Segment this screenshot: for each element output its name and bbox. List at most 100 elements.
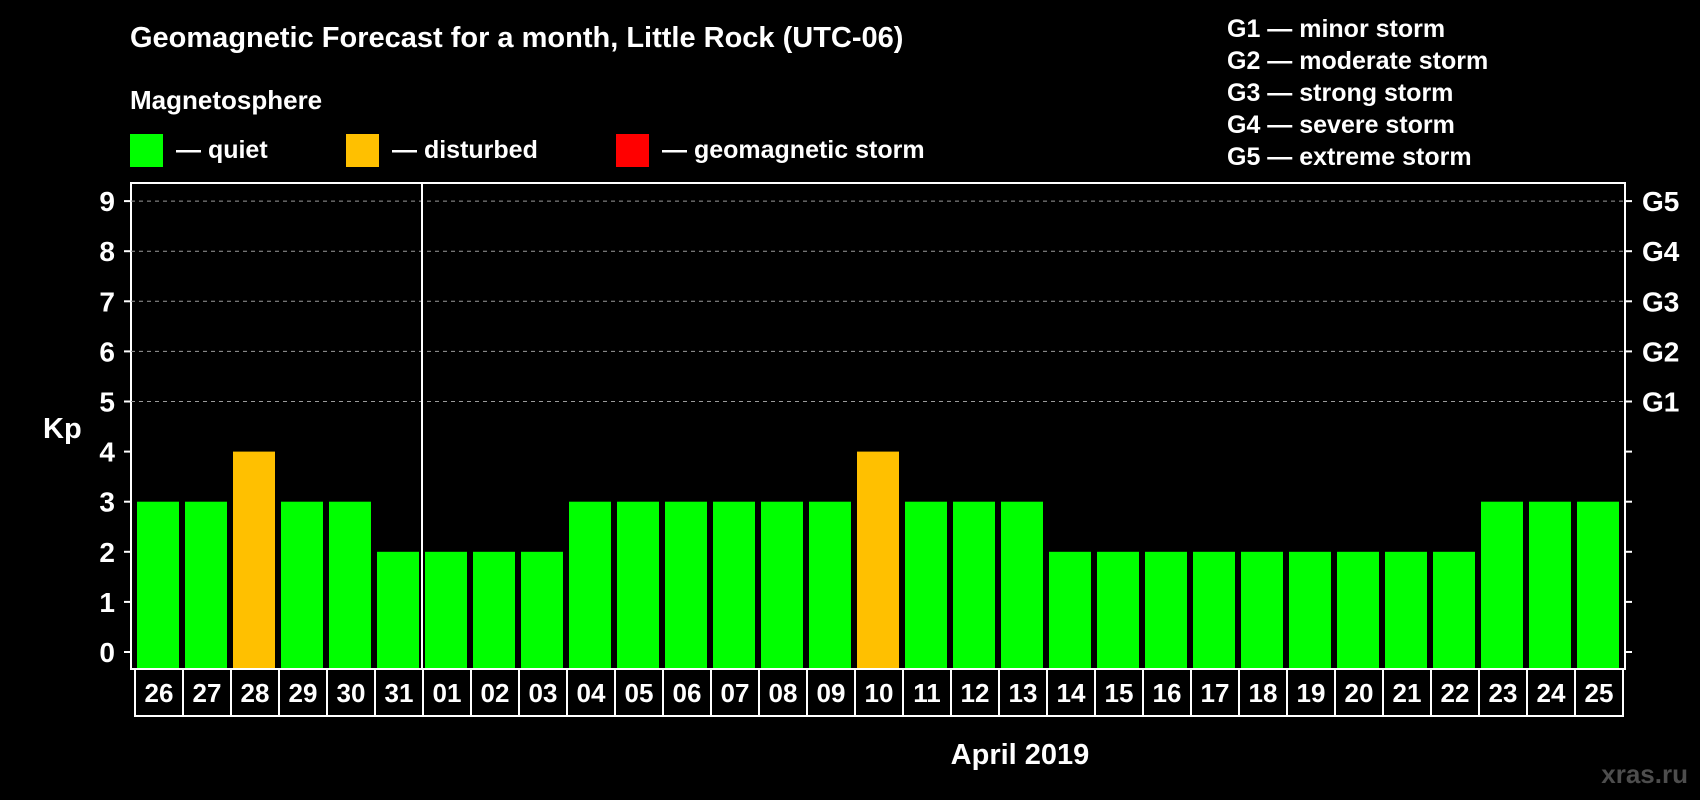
geomagnetic-chart: Geomagnetic Forecast for a month, Little…	[43, 15, 1688, 789]
g-scale-label: G5	[1642, 186, 1679, 217]
bar	[137, 501, 179, 669]
x-tick-label: 25	[1585, 678, 1614, 708]
y-tick-label: 7	[99, 286, 115, 317]
y-axis-label: Kp	[43, 413, 82, 445]
x-tick-label: 26	[145, 678, 174, 708]
x-tick-label: 19	[1297, 678, 1326, 708]
bar	[617, 501, 659, 669]
bar	[713, 501, 755, 669]
bar	[665, 501, 707, 669]
storm-scale-g2: G2 — moderate storm	[1227, 47, 1488, 75]
bar	[1481, 501, 1523, 669]
bar	[1145, 551, 1187, 669]
x-tick-label: 24	[1537, 678, 1566, 708]
bar	[473, 551, 515, 669]
bar	[1001, 501, 1043, 669]
x-tick-label: 31	[385, 678, 414, 708]
x-tick-label: 12	[961, 678, 990, 708]
x-tick-label: 23	[1489, 678, 1518, 708]
x-tick-label: 30	[337, 678, 366, 708]
y-tick-label: 6	[99, 336, 115, 367]
x-tick-label: 03	[529, 678, 558, 708]
legend-label-disturbed: — disturbed	[392, 136, 538, 164]
x-tick-label: 14	[1057, 678, 1086, 708]
bar	[1193, 551, 1235, 669]
bar	[569, 501, 611, 669]
x-tick-label: 28	[241, 678, 270, 708]
g-scale-label: G4	[1642, 236, 1680, 267]
bar	[1337, 551, 1379, 669]
bar	[1529, 501, 1571, 669]
legend-swatch-quiet	[130, 134, 163, 167]
magnetosphere-label: Magnetosphere	[130, 85, 322, 115]
x-tick-label: 05	[625, 678, 654, 708]
y-tick-label: 1	[99, 587, 115, 618]
y-tick-label: 8	[99, 236, 115, 267]
x-tick-label: 09	[817, 678, 846, 708]
x-tick-label: 02	[481, 678, 510, 708]
bar	[1241, 551, 1283, 669]
storm-scale-g3: G3 — strong storm	[1227, 79, 1453, 107]
grid-lines	[131, 200, 1625, 402]
bar	[1097, 551, 1139, 669]
x-tick-label: 17	[1201, 678, 1230, 708]
x-tick-label: 13	[1009, 678, 1038, 708]
x-tick-label: 27	[193, 678, 222, 708]
bar	[521, 551, 563, 669]
bar	[857, 451, 899, 669]
x-tick-label: 20	[1345, 678, 1374, 708]
bar	[377, 551, 419, 669]
x-tick-label: 01	[433, 678, 462, 708]
x-tick-label: 29	[289, 678, 318, 708]
bar	[1385, 551, 1427, 669]
bar	[185, 501, 227, 669]
g-scale-label: G3	[1642, 286, 1679, 317]
legend-label-quiet: — quiet	[176, 136, 268, 164]
x-tick-label: 04	[577, 678, 606, 708]
bar	[233, 451, 275, 669]
x-axis: 26 27 28 29 30 31 01 02 03 04 05 06 07 08 09 10 11 12 13 14…	[134, 668, 1624, 717]
bar	[329, 501, 371, 669]
bar	[281, 501, 323, 669]
y-tick-label: 9	[99, 186, 115, 217]
y-tick-label: 3	[99, 487, 115, 518]
legend-label-storm: — geomagnetic storm	[662, 136, 925, 164]
x-tick-label: 21	[1393, 678, 1422, 708]
x-tick-label: 10	[865, 678, 894, 708]
x-tick-label: 16	[1153, 678, 1182, 708]
bars	[137, 183, 1619, 669]
legend: — quiet — disturbed — geomagnetic storm	[130, 134, 925, 167]
chart-title: Geomagnetic Forecast for a month, Little…	[130, 22, 903, 54]
bar	[425, 551, 467, 669]
bar	[809, 501, 851, 669]
legend-swatch-storm	[616, 134, 649, 167]
x-tick-label: 11	[913, 678, 941, 708]
storm-scale-g5: G5 — extreme storm	[1227, 143, 1472, 171]
y-tick-label: 5	[99, 387, 115, 418]
g-scale-label: G1	[1642, 387, 1679, 418]
x-tick-label: 08	[769, 678, 798, 708]
x-tick-label: 06	[673, 678, 702, 708]
storm-scale: G1 — minor storm G2 — moderate storm G3 …	[1227, 15, 1488, 171]
storm-scale-g4: G4 — severe storm	[1227, 111, 1455, 139]
bar	[1049, 551, 1091, 669]
x-tick-label: 18	[1249, 678, 1278, 708]
g-scale-axis: G1 G2 G3 G4 G5	[1642, 186, 1680, 417]
watermark: xras.ru	[1601, 759, 1688, 789]
y-tick-label: 4	[99, 437, 115, 468]
x-tick-label: 07	[721, 678, 750, 708]
g-scale-label: G2	[1642, 336, 1679, 367]
bar	[905, 501, 947, 669]
bar	[1289, 551, 1331, 669]
storm-scale-g1: G1 — minor storm	[1227, 15, 1445, 43]
bar	[1577, 501, 1619, 669]
legend-swatch-disturbed	[346, 134, 379, 167]
x-tick-label: 15	[1105, 678, 1134, 708]
x-tick-label: 22	[1441, 678, 1470, 708]
bar	[761, 501, 803, 669]
y-tick-label: 2	[99, 537, 115, 568]
x-axis-label: April 2019	[951, 739, 1090, 771]
y-tick-label: 0	[99, 637, 115, 668]
bar	[1433, 551, 1475, 669]
bar	[953, 501, 995, 669]
